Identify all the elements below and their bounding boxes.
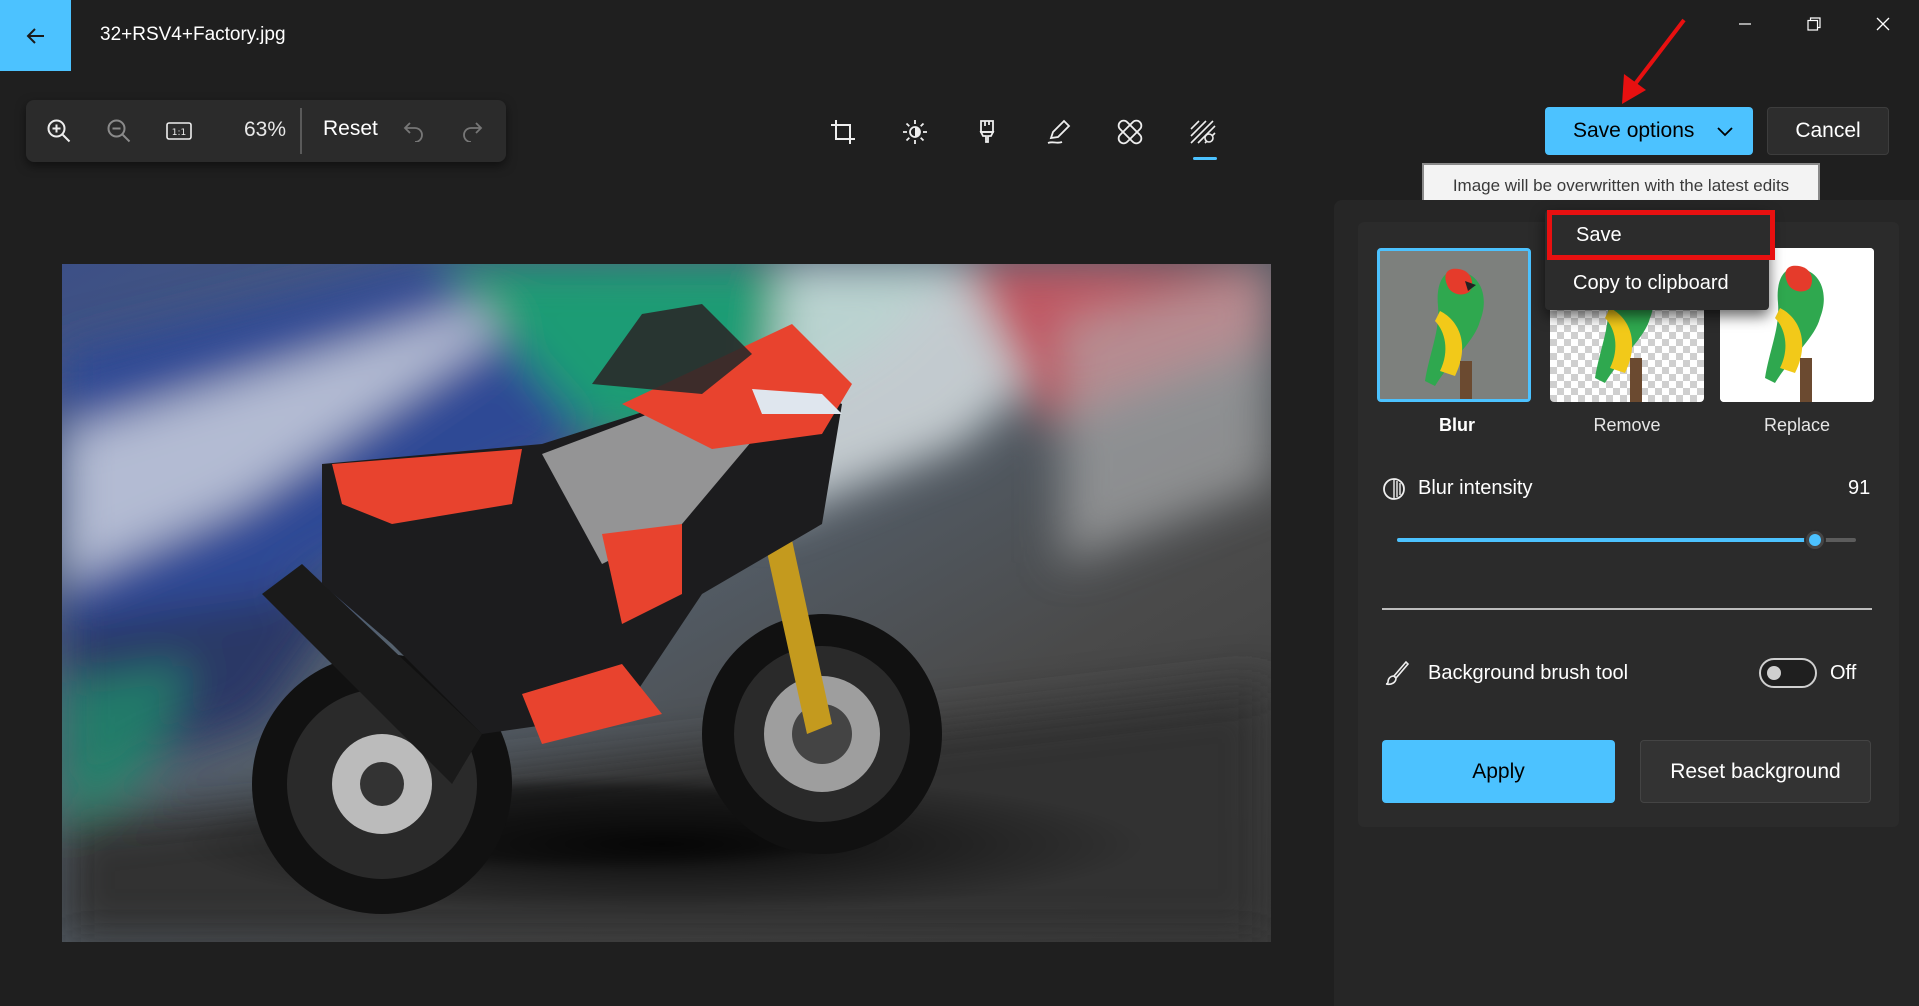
zoom-level: 63% [244,118,287,141]
option-label-replace: Replace [1763,415,1831,435]
toggle-knob [1767,666,1781,680]
back-button[interactable] [0,0,71,71]
zoom-out-button[interactable] [104,116,134,146]
svg-text:1:1: 1:1 [172,128,186,138]
annotation-arrow-icon [1622,18,1686,104]
crop-tool-button[interactable] [826,115,860,149]
cancel-button[interactable]: Cancel [1767,107,1889,155]
apply-button[interactable]: Apply [1382,740,1615,803]
minimize-button[interactable] [1722,8,1768,40]
brush-icon [1385,660,1410,686]
active-tool-indicator [1193,157,1217,160]
filter-icon [979,120,995,143]
close-icon [1876,17,1890,31]
file-name: 32+RSV4+Factory.jpg [100,24,286,45]
view-toolbar: 1:1 63% Reset [26,100,506,162]
save-options-label: Save options [1573,119,1695,142]
undo-icon [403,122,423,142]
blur-intensity-slider[interactable] [1397,529,1856,551]
redo-button[interactable] [457,116,487,146]
zoom-in-icon [47,119,71,143]
restore-button[interactable] [1791,8,1837,40]
menu-item-copy-to-clipboard[interactable]: Copy to clipboard [1553,260,1767,306]
brush-tool-label: Background brush tool [1428,662,1629,684]
reset-background-button[interactable]: Reset background [1640,740,1871,803]
chevron-down-icon [1717,127,1733,137]
arrow-left-icon [26,27,44,44]
background-option-blur[interactable] [1377,248,1531,402]
undo-button[interactable] [399,116,429,146]
save-options-button[interactable]: Save options [1545,107,1753,155]
markup-icon [1047,119,1071,144]
retouch-icon [1117,119,1143,145]
menu-item-save[interactable]: Save [1547,210,1775,260]
actual-size-icon: 1:1 [166,122,192,140]
motorcycle-photo-canvas [62,264,1271,942]
markup-tool-button[interactable] [1042,115,1076,149]
slider-thumb[interactable] [1804,529,1826,551]
brush-tool-toggle[interactable] [1759,658,1817,688]
brush-tool-state: Off [1830,662,1857,684]
blur-intensity-label: Blur intensity [1418,477,1533,499]
zoom-out-icon [107,119,131,143]
panel-divider [1382,608,1872,610]
background-icon [1190,120,1216,144]
reset-zoom-button[interactable]: Reset [323,117,378,141]
background-tool-button[interactable] [1186,115,1220,149]
adjustment-tool-button[interactable] [898,115,932,149]
parrot-thumbnail [1380,251,1528,399]
zoom-in-button[interactable] [44,116,74,146]
filter-tool-button[interactable] [970,115,1004,149]
option-label-remove: Remove [1593,415,1661,435]
retouch-tool-button[interactable] [1113,115,1147,149]
option-label-blur: Blur [1439,415,1475,435]
close-window-button[interactable] [1860,8,1906,40]
redo-icon [463,122,483,142]
restore-icon [1807,17,1821,31]
toolbar-divider [300,108,302,154]
edited-photo [62,264,1271,942]
blur-intensity-icon [1383,478,1405,500]
blur-intensity-value: 91 [1848,477,1871,499]
actual-size-button[interactable]: 1:1 [164,116,194,146]
crop-icon [831,120,855,144]
slider-fill [1397,538,1815,542]
adjustment-icon [903,120,927,144]
minimize-icon [1739,23,1751,25]
save-options-menu: Save Copy to clipboard [1545,210,1775,310]
